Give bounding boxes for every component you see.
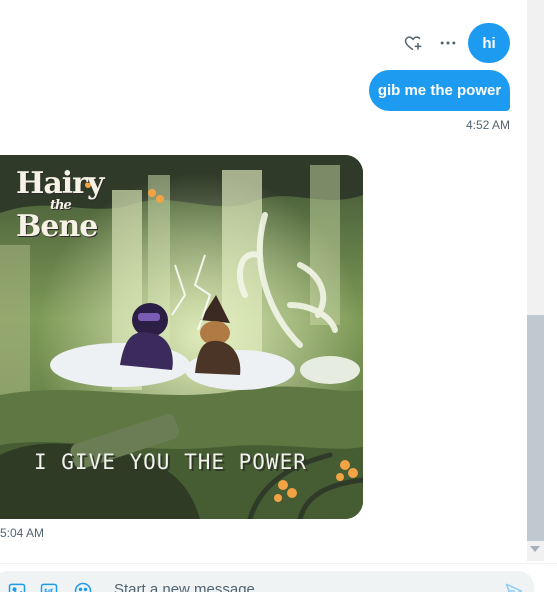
more-horizontal-icon[interactable] — [438, 33, 458, 53]
image-caption: I GIVE YOU THE POWER — [34, 450, 307, 474]
gif-icon[interactable] — [39, 581, 59, 592]
message-bubble-sent[interactable]: hi — [468, 23, 510, 63]
image-logo: Hairy the Bene — [16, 166, 104, 244]
scrollbar-thumb[interactable] — [527, 315, 544, 541]
dm-conversation: hi gib me the power 4:52 AM Hairy the Be… — [0, 0, 557, 592]
logo-line: Hairy — [16, 166, 104, 201]
message-text: hi — [482, 34, 496, 52]
message-bubble-sent[interactable]: gib me the power — [369, 70, 510, 111]
composer-divider — [0, 563, 557, 564]
message-timestamp: 5:04 AM — [0, 526, 45, 540]
scroll-down-arrow[interactable] — [530, 546, 540, 552]
emoji-icon[interactable] — [73, 581, 93, 592]
logo-line: Bene — [16, 209, 98, 244]
image-icon[interactable] — [7, 581, 27, 592]
message-timestamp: 4:52 AM — [465, 118, 510, 132]
message-input[interactable] — [114, 578, 484, 592]
message-text: gib me the power — [377, 82, 502, 99]
send-icon[interactable] — [504, 581, 524, 592]
heart-plus-icon[interactable] — [403, 33, 423, 53]
